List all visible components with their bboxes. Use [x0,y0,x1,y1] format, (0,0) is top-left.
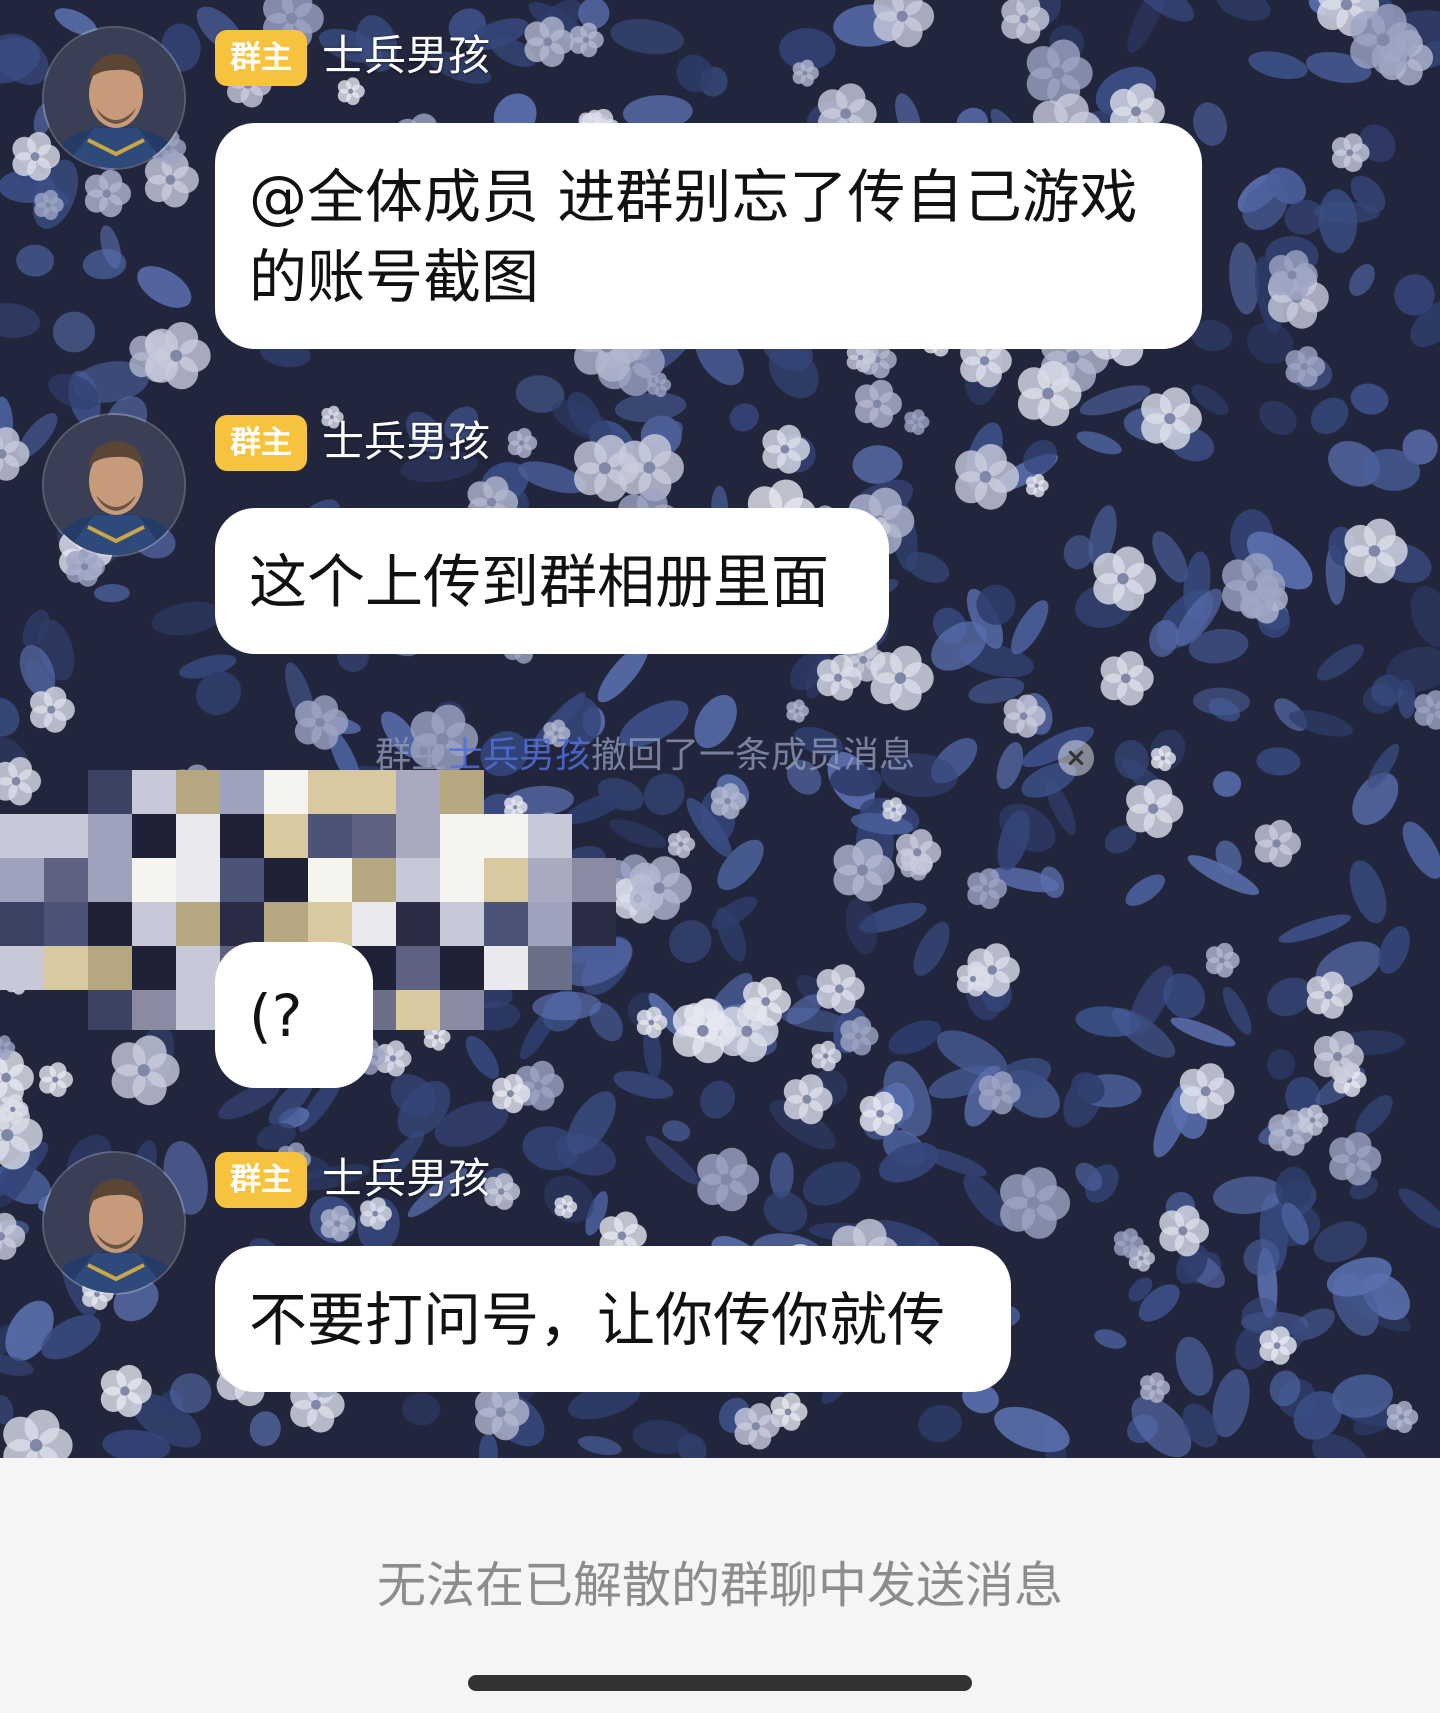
sender-name[interactable]: 士兵男孩 [322,28,490,84]
message-bubble[interactable]: @全体成员 进群别忘了传自己游戏 的账号截图 [215,123,1202,349]
avatar[interactable] [42,26,186,170]
owner-badge: 群主 [215,415,307,471]
chat-area[interactable]: 群主 士兵男孩 @全体成员 进群别忘了传自己游戏 的账号截图 群主 士兵男孩 这… [0,0,1440,1458]
message-line: 的账号截图 [249,243,540,311]
message-bubble[interactable]: (? [215,942,373,1088]
close-icon[interactable]: × [1058,740,1094,776]
avatar-portrait [44,28,184,168]
recall-action: 撤回了一条成员消息 [591,735,916,776]
avatar-portrait [44,415,184,555]
avatar[interactable] [42,1151,186,1295]
avatar-portrait [44,1153,184,1293]
owner-badge: 群主 [215,1152,307,1208]
sender-name[interactable]: 士兵男孩 [322,414,490,470]
message-line: 这个上传到群相册里面 [249,548,830,616]
sender-name[interactable]: 士兵男孩 [322,1151,490,1207]
home-indicator[interactable] [468,1675,972,1691]
message-line: 不要打问号，让你传你就传 [249,1286,946,1354]
owner-badge: 群主 [215,30,307,86]
avatar[interactable] [42,413,186,557]
message-line: (? [249,982,303,1050]
message-bubble[interactable]: 这个上传到群相册里面 [215,508,889,654]
message-bubble[interactable]: 不要打问号，让你传你就传 [215,1246,1011,1392]
disbanded-notice: 无法在已解散的群聊中发送消息 [376,1557,1063,1614]
input-bar-disabled: 无法在已解散的群聊中发送消息 [0,1458,1440,1713]
message-line: @全体成员 进群别忘了传自己游戏 [249,163,1138,231]
